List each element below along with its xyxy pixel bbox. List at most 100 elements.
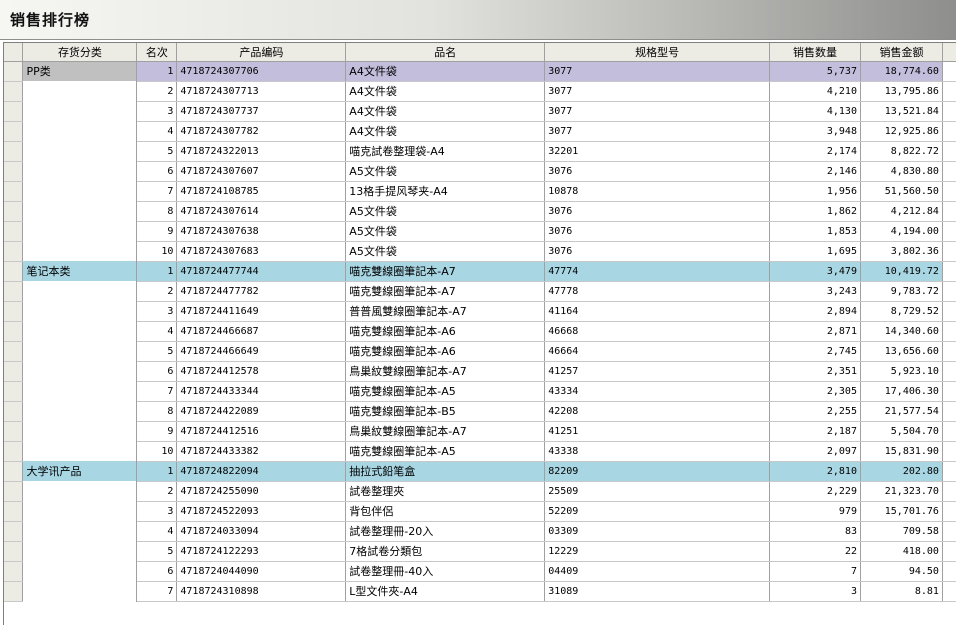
sales-amount-cell[interactable]: 202.80 [860,461,943,482]
category-cell[interactable] [22,541,138,561]
rank-cell[interactable]: 5 [136,341,178,362]
category-cell[interactable] [22,361,138,381]
sales-qty-cell[interactable]: 1,695 [769,241,861,262]
product-name-cell[interactable]: 喵克雙線圈筆記本-A5 [345,381,546,402]
product-name-cell[interactable]: A4文件袋 [345,81,546,102]
sales-amount-cell[interactable]: 4,212.84 [860,201,943,222]
product-code-cell[interactable]: 4718724477744 [176,261,347,282]
product-code-cell[interactable]: 4718724433382 [176,441,347,462]
rank-cell[interactable]: 4 [136,121,178,142]
product-code-cell[interactable]: 4718724422089 [176,401,347,422]
sales-amount-cell[interactable]: 14,340.60 [860,321,943,342]
table-row[interactable]: 8 4718724422089 喵克雙線圈筆記本-B5 42208 2,255 21,57… [4,401,956,422]
category-cell[interactable] [22,561,138,581]
table-row[interactable]: 7 4718724108785 13格手提风琴夹-A4 10878 1,956 51,56… [4,181,956,202]
category-cell[interactable] [22,241,138,261]
product-name-cell[interactable]: 喵克雙線圈筆記本-A7 [345,281,546,302]
sales-qty-cell[interactable]: 2,745 [769,341,861,362]
sales-amount-cell[interactable]: 8,822.72 [860,141,943,162]
rank-cell[interactable]: 9 [136,221,178,242]
sales-qty-cell[interactable]: 2,255 [769,401,861,422]
spec-model-cell[interactable]: 41164 [544,301,771,322]
sales-amount-cell[interactable]: 3,802.36 [860,241,943,262]
category-cell[interactable] [22,381,138,401]
table-row[interactable]: 3 4718724307737 A4文件袋 3077 4,130 13,521.84 [4,101,956,122]
sales-amount-cell[interactable]: 94.50 [860,561,943,582]
product-code-cell[interactable]: 4718724307607 [176,161,347,182]
category-cell[interactable] [22,221,138,241]
sales-qty-cell[interactable]: 2,174 [769,141,861,162]
sales-qty-cell[interactable]: 3,479 [769,261,861,282]
spec-model-cell[interactable]: 3076 [544,161,771,182]
sales-qty-cell[interactable]: 1,956 [769,181,861,202]
product-name-cell[interactable]: A5文件袋 [345,241,546,262]
rank-cell[interactable]: 7 [136,381,178,402]
table-row[interactable]: 4 4718724033094 試卷整理冊-20入 03309 83 709.58 [4,521,956,542]
product-code-cell[interactable]: 4718724307638 [176,221,347,242]
table-row[interactable]: 4 4718724466687 喵克雙線圈筆記本-A6 46668 2,871 14,34… [4,321,956,342]
table-row[interactable]: 7 4718724433344 喵克雙線圈筆記本-A5 43334 2,305 17,40… [4,381,956,402]
product-code-cell[interactable]: 4718724307713 [176,81,347,102]
category-cell[interactable] [22,421,138,441]
table-row[interactable]: 3 4718724522093 背包伴侶 52209 979 15,701.76 [4,501,956,522]
product-name-cell[interactable]: 喵克試卷整理袋-A4 [345,141,546,162]
sales-amount-cell[interactable]: 13,656.60 [860,341,943,362]
rank-cell[interactable]: 2 [136,81,178,102]
product-name-cell[interactable]: 試卷整理夾 [345,481,546,502]
product-code-cell[interactable]: 4718724044090 [176,561,347,582]
spec-model-cell[interactable]: 3077 [544,121,771,142]
column-header-product-code[interactable]: 产品编码 [176,43,347,62]
rank-cell[interactable]: 7 [136,581,178,602]
product-name-cell[interactable]: 喵克雙線圈筆記本-B5 [345,401,546,422]
table-row[interactable]: 8 4718724307614 A5文件袋 3076 1,862 4,212.84 [4,201,956,222]
table-row[interactable]: 2 4718724477782 喵克雙線圈筆記本-A7 47778 3,243 9,783… [4,281,956,302]
rank-cell[interactable]: 6 [136,361,178,382]
product-name-cell[interactable]: 抽拉式鉛笔盒 [345,461,546,482]
product-name-cell[interactable]: 試卷整理冊-40入 [345,561,546,582]
sales-amount-cell[interactable]: 9,783.72 [860,281,943,302]
table-row[interactable]: 10 4718724307683 A5文件袋 3076 1,695 3,802.36 [4,241,956,262]
spec-model-cell[interactable]: 41251 [544,421,771,442]
category-cell[interactable] [22,201,138,221]
rank-cell[interactable]: 2 [136,481,178,502]
table-row[interactable]: 6 4718724044090 試卷整理冊-40入 04409 7 94.50 [4,561,956,582]
sales-qty-cell[interactable]: 7 [769,561,861,582]
sales-amount-cell[interactable]: 4,194.00 [860,221,943,242]
spec-model-cell[interactable]: 3076 [544,241,771,262]
product-name-cell[interactable]: 13格手提风琴夹-A4 [345,181,546,202]
column-header-category[interactable]: 存货分类 [22,43,138,62]
product-code-cell[interactable]: 4718724411649 [176,301,347,322]
product-code-cell[interactable]: 4718724307737 [176,101,347,122]
sales-amount-cell[interactable]: 5,504.70 [860,421,943,442]
product-code-cell[interactable]: 4718724466687 [176,321,347,342]
column-header-sales-amount[interactable]: 销售金额 [860,43,943,62]
sales-amount-cell[interactable]: 5,923.10 [860,361,943,382]
spec-model-cell[interactable]: 25509 [544,481,771,502]
category-cell[interactable] [22,321,138,341]
sales-qty-cell[interactable]: 2,351 [769,361,861,382]
product-code-cell[interactable]: 4718724412578 [176,361,347,382]
product-name-cell[interactable]: A5文件袋 [345,201,546,222]
column-header-sales-qty[interactable]: 销售数量 [769,43,861,62]
sales-amount-cell[interactable]: 51,560.50 [860,181,943,202]
sales-qty-cell[interactable]: 3 [769,581,861,602]
product-name-cell[interactable]: L型文件夾-A4 [345,581,546,602]
sales-qty-cell[interactable]: 4,130 [769,101,861,122]
spec-model-cell[interactable]: 03309 [544,521,771,542]
product-code-cell[interactable]: 4718724322013 [176,141,347,162]
product-code-cell[interactable]: 4718724307706 [176,61,347,82]
rank-cell[interactable]: 5 [136,141,178,162]
spec-model-cell[interactable]: 46664 [544,341,771,362]
table-row[interactable]: 5 4718724466649 喵克雙線圈筆記本-A6 46664 2,745 13,65… [4,341,956,362]
product-name-cell[interactable]: 試卷整理冊-20入 [345,521,546,542]
product-name-cell[interactable]: 鳥巢紋雙線圈筆記本-A7 [345,421,546,442]
spec-model-cell[interactable]: 31089 [544,581,771,602]
rank-cell[interactable]: 1 [136,61,178,82]
rank-cell[interactable]: 9 [136,421,178,442]
table-row[interactable]: 10 4718724433382 喵克雙線圈筆記本-A5 43338 2,097 15,8… [4,441,956,462]
category-cell[interactable] [22,81,138,101]
product-name-cell[interactable]: A5文件袋 [345,221,546,242]
product-code-cell[interactable]: 4718724122293 [176,541,347,562]
spec-model-cell[interactable]: 43338 [544,441,771,462]
rank-cell[interactable]: 3 [136,101,178,122]
